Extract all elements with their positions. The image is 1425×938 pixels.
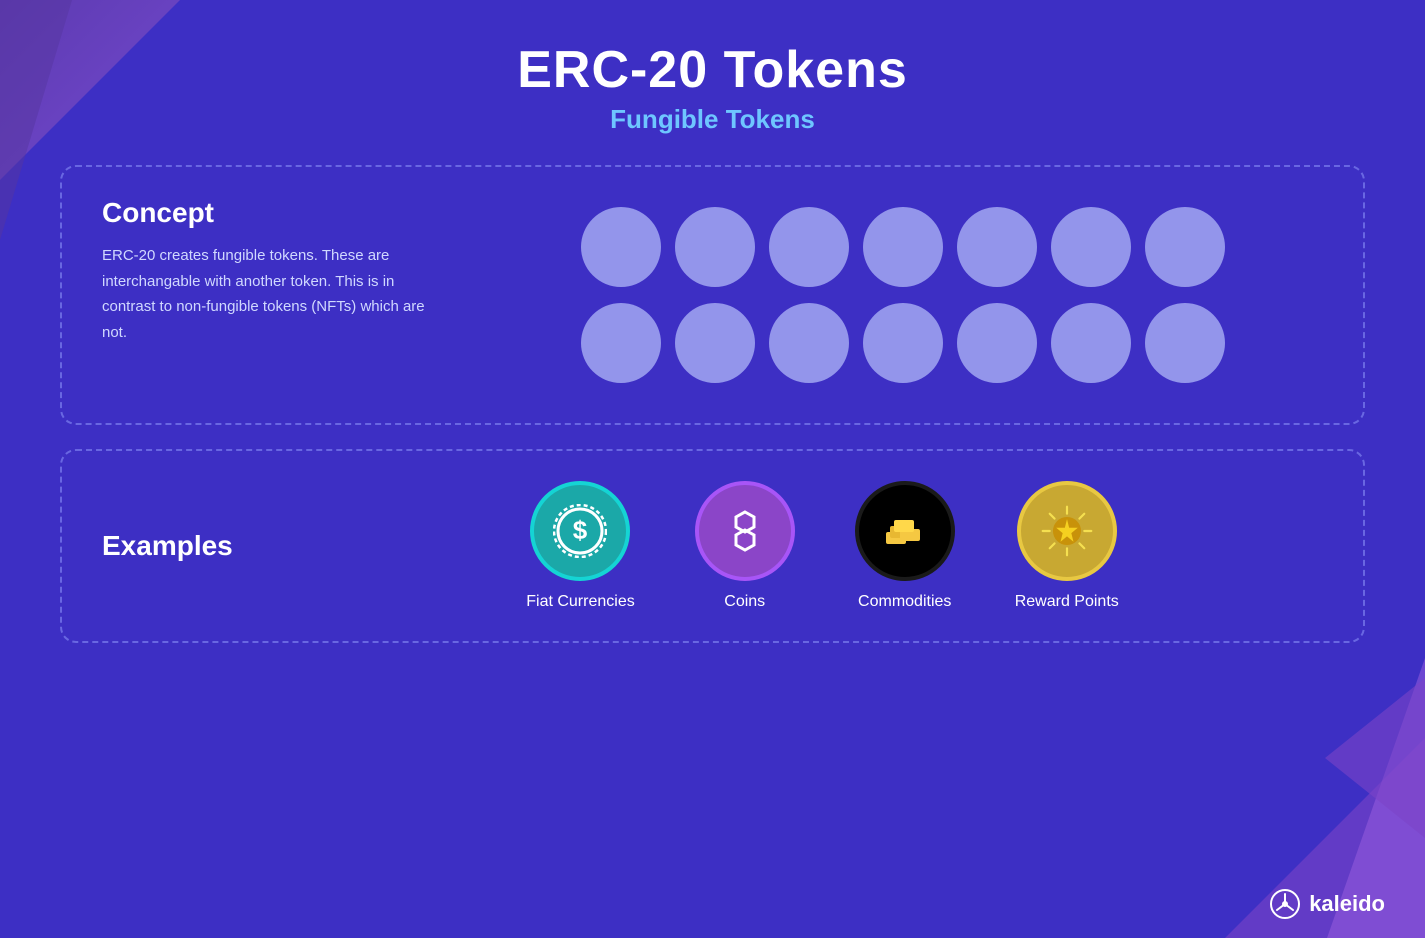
- kaleido-logo: kaleido: [1269, 888, 1385, 920]
- fiat-currencies-icon: $: [553, 504, 607, 558]
- token-circle: [675, 207, 755, 287]
- concept-content: Concept ERC-20 creates fungible tokens. …: [102, 197, 1323, 393]
- concept-box: Concept ERC-20 creates fungible tokens. …: [60, 165, 1365, 425]
- commodities-icon: [878, 504, 932, 558]
- concept-text: Concept ERC-20 creates fungible tokens. …: [102, 197, 442, 345]
- svg-text:$: $: [573, 515, 588, 545]
- commodities-icon-container: [855, 481, 955, 581]
- token-circle: [769, 303, 849, 383]
- token-circle: [957, 303, 1037, 383]
- example-fiat: $ Fiat Currencies: [526, 481, 634, 611]
- token-row-2: [581, 303, 1225, 383]
- token-circle: [581, 303, 661, 383]
- example-rewards: Reward Points: [1015, 481, 1119, 611]
- concept-description: ERC-20 creates fungible tokens. These ar…: [102, 243, 442, 345]
- header: ERC-20 Tokens Fungible Tokens: [517, 40, 908, 135]
- rewards-icon-container: [1017, 481, 1117, 581]
- coins-label: Coins: [724, 593, 765, 611]
- examples-title: Examples: [102, 530, 322, 562]
- page-content: ERC-20 Tokens Fungible Tokens Concept ER…: [0, 0, 1425, 687]
- example-commodities: Commodities: [855, 481, 955, 611]
- examples-box: Examples $ Fiat Currencies: [60, 449, 1365, 643]
- fiat-icon-container: $: [530, 481, 630, 581]
- token-grid: [482, 197, 1323, 393]
- token-circle: [581, 207, 661, 287]
- token-circle: [1145, 207, 1225, 287]
- token-circle: [675, 303, 755, 383]
- coins-icon: [718, 504, 772, 558]
- token-circle: [863, 303, 943, 383]
- main-title: ERC-20 Tokens: [517, 40, 908, 100]
- concept-title: Concept: [102, 197, 442, 229]
- kaleido-text: kaleido: [1309, 891, 1385, 917]
- token-circle: [863, 207, 943, 287]
- token-circle: [1051, 207, 1131, 287]
- rewards-icon: [1040, 504, 1094, 558]
- fiat-label: Fiat Currencies: [526, 593, 634, 611]
- token-circle: [1051, 303, 1131, 383]
- examples-items: $ Fiat Currencies Co: [322, 481, 1323, 611]
- examples-content: Examples $ Fiat Currencies: [102, 481, 1323, 611]
- coins-icon-container: [695, 481, 795, 581]
- token-circle: [1145, 303, 1225, 383]
- sub-title: Fungible Tokens: [517, 104, 908, 135]
- token-circle: [769, 207, 849, 287]
- example-coins: Coins: [695, 481, 795, 611]
- token-row-1: [581, 207, 1225, 287]
- kaleido-icon: [1269, 888, 1301, 920]
- token-circle: [957, 207, 1037, 287]
- commodities-label: Commodities: [858, 593, 951, 611]
- rewards-label: Reward Points: [1015, 593, 1119, 611]
